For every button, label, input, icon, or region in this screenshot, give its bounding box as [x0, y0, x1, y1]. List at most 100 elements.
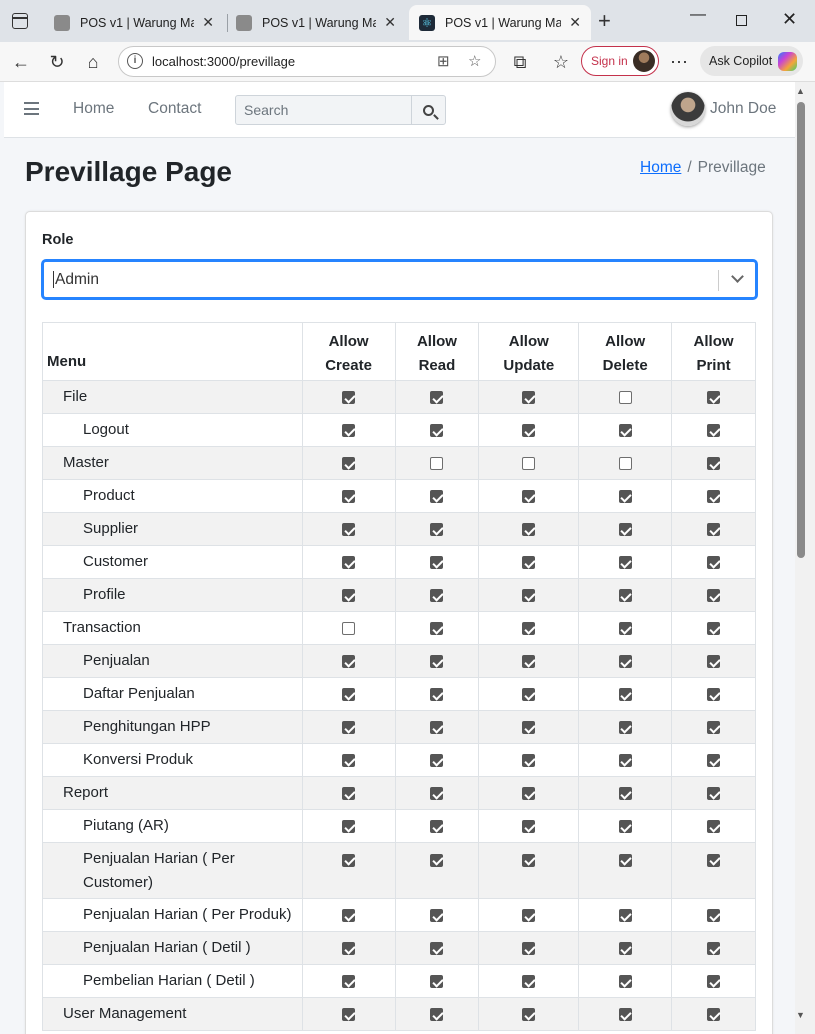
allow-delete-checkbox[interactable]: [618, 754, 632, 768]
allow-delete-checkbox[interactable]: [618, 523, 632, 537]
allow-create-checkbox[interactable]: [342, 909, 356, 923]
allow-delete-checkbox[interactable]: [618, 853, 632, 867]
allow-create-checkbox[interactable]: [342, 556, 356, 570]
allow-print-checkbox[interactable]: [707, 655, 721, 669]
allow-update-checkbox[interactable]: [522, 490, 536, 504]
allow-delete-checkbox[interactable]: [618, 589, 632, 603]
browser-tab-3-active[interactable]: ⚛ POS v1 | Warung Madu ✕: [409, 5, 591, 40]
allow-create-checkbox[interactable]: [342, 589, 356, 603]
allow-create-checkbox[interactable]: [342, 424, 356, 438]
allow-read-checkbox[interactable]: [430, 688, 444, 702]
allow-print-checkbox[interactable]: [707, 975, 721, 989]
tab-actions-icon[interactable]: [12, 13, 28, 29]
allow-create-checkbox[interactable]: [342, 622, 356, 636]
tab-close-icon[interactable]: ✕: [202, 14, 214, 31]
chevron-down-icon[interactable]: [731, 270, 744, 283]
allow-read-checkbox[interactable]: [430, 391, 444, 405]
copilot-button[interactable]: Ask Copilot: [700, 46, 803, 76]
allow-update-checkbox[interactable]: [522, 622, 536, 636]
allow-delete-checkbox[interactable]: [618, 820, 632, 834]
allow-read-checkbox[interactable]: [430, 589, 444, 603]
allow-print-checkbox[interactable]: [707, 942, 721, 956]
browser-tab-1[interactable]: POS v1 | Warung Madu ✕: [44, 5, 224, 40]
allow-delete-checkbox[interactable]: [618, 391, 632, 405]
search-input[interactable]: [236, 96, 412, 124]
allow-read-checkbox[interactable]: [430, 1008, 444, 1022]
allow-read-checkbox[interactable]: [430, 975, 444, 989]
allow-read-checkbox[interactable]: [430, 942, 444, 956]
browser-tab-2[interactable]: POS v1 | Warung Madu ✕: [226, 5, 406, 40]
allow-print-checkbox[interactable]: [707, 820, 721, 834]
menu-toggle-icon[interactable]: [24, 102, 39, 115]
allow-read-checkbox[interactable]: [430, 556, 444, 570]
allow-read-checkbox[interactable]: [430, 490, 444, 504]
allow-delete-checkbox[interactable]: [618, 457, 632, 471]
scrollbar-thumb[interactable]: [797, 102, 805, 558]
allow-update-checkbox[interactable]: [522, 975, 536, 989]
allow-create-checkbox[interactable]: [342, 942, 356, 956]
allow-delete-checkbox[interactable]: [618, 1008, 632, 1022]
allow-create-checkbox[interactable]: [342, 721, 356, 735]
search-button[interactable]: [411, 96, 445, 124]
allow-update-checkbox[interactable]: [522, 820, 536, 834]
allow-update-checkbox[interactable]: [522, 787, 536, 801]
tab-close-icon[interactable]: ✕: [569, 14, 581, 31]
allow-delete-checkbox[interactable]: [618, 655, 632, 669]
allow-read-checkbox[interactable]: [430, 820, 444, 834]
allow-print-checkbox[interactable]: [707, 556, 721, 570]
favorites-icon[interactable]: ☆: [549, 50, 573, 74]
allow-print-checkbox[interactable]: [707, 622, 721, 636]
allow-delete-checkbox[interactable]: [618, 688, 632, 702]
scroll-down-icon[interactable]: ▼: [796, 1010, 805, 1020]
allow-read-checkbox[interactable]: [430, 457, 444, 471]
allow-update-checkbox[interactable]: [522, 589, 536, 603]
allow-update-checkbox[interactable]: [522, 457, 536, 471]
allow-print-checkbox[interactable]: [707, 853, 721, 867]
allow-update-checkbox[interactable]: [522, 391, 536, 405]
allow-create-checkbox[interactable]: [342, 457, 356, 471]
allow-update-checkbox[interactable]: [522, 909, 536, 923]
allow-print-checkbox[interactable]: [707, 391, 721, 405]
allow-read-checkbox[interactable]: [430, 909, 444, 923]
allow-print-checkbox[interactable]: [707, 909, 721, 923]
allow-update-checkbox[interactable]: [522, 523, 536, 537]
nav-contact-link[interactable]: Contact: [148, 100, 201, 118]
allow-delete-checkbox[interactable]: [618, 556, 632, 570]
home-icon[interactable]: ⌂: [81, 50, 105, 74]
allow-print-checkbox[interactable]: [707, 523, 721, 537]
app-available-icon[interactable]: ⊞: [437, 52, 450, 70]
allow-create-checkbox[interactable]: [342, 490, 356, 504]
allow-create-checkbox[interactable]: [342, 688, 356, 702]
user-name[interactable]: John Doe: [710, 100, 776, 118]
allow-read-checkbox[interactable]: [430, 787, 444, 801]
user-avatar[interactable]: [671, 92, 705, 126]
allow-create-checkbox[interactable]: [342, 853, 356, 867]
allow-print-checkbox[interactable]: [707, 457, 721, 471]
allow-delete-checkbox[interactable]: [618, 490, 632, 504]
scroll-up-icon[interactable]: ▲: [796, 86, 805, 96]
allow-read-checkbox[interactable]: [430, 424, 444, 438]
allow-print-checkbox[interactable]: [707, 721, 721, 735]
allow-delete-checkbox[interactable]: [618, 787, 632, 801]
allow-update-checkbox[interactable]: [522, 853, 536, 867]
sign-in-button[interactable]: Sign in: [581, 46, 659, 76]
allow-read-checkbox[interactable]: [430, 655, 444, 669]
allow-update-checkbox[interactable]: [522, 754, 536, 768]
allow-read-checkbox[interactable]: [430, 622, 444, 636]
tab-close-icon[interactable]: ✕: [384, 14, 396, 31]
allow-print-checkbox[interactable]: [707, 589, 721, 603]
allow-delete-checkbox[interactable]: [618, 909, 632, 923]
allow-read-checkbox[interactable]: [430, 721, 444, 735]
allow-create-checkbox[interactable]: [342, 523, 356, 537]
allow-print-checkbox[interactable]: [707, 1008, 721, 1022]
allow-create-checkbox[interactable]: [342, 1008, 356, 1022]
favorite-star-icon[interactable]: ☆: [468, 52, 481, 70]
allow-create-checkbox[interactable]: [342, 975, 356, 989]
allow-update-checkbox[interactable]: [522, 942, 536, 956]
allow-print-checkbox[interactable]: [707, 424, 721, 438]
allow-create-checkbox[interactable]: [342, 391, 356, 405]
extensions-icon[interactable]: ⧉: [508, 50, 532, 74]
allow-print-checkbox[interactable]: [707, 688, 721, 702]
allow-update-checkbox[interactable]: [522, 688, 536, 702]
nav-home-link[interactable]: Home: [73, 100, 114, 118]
